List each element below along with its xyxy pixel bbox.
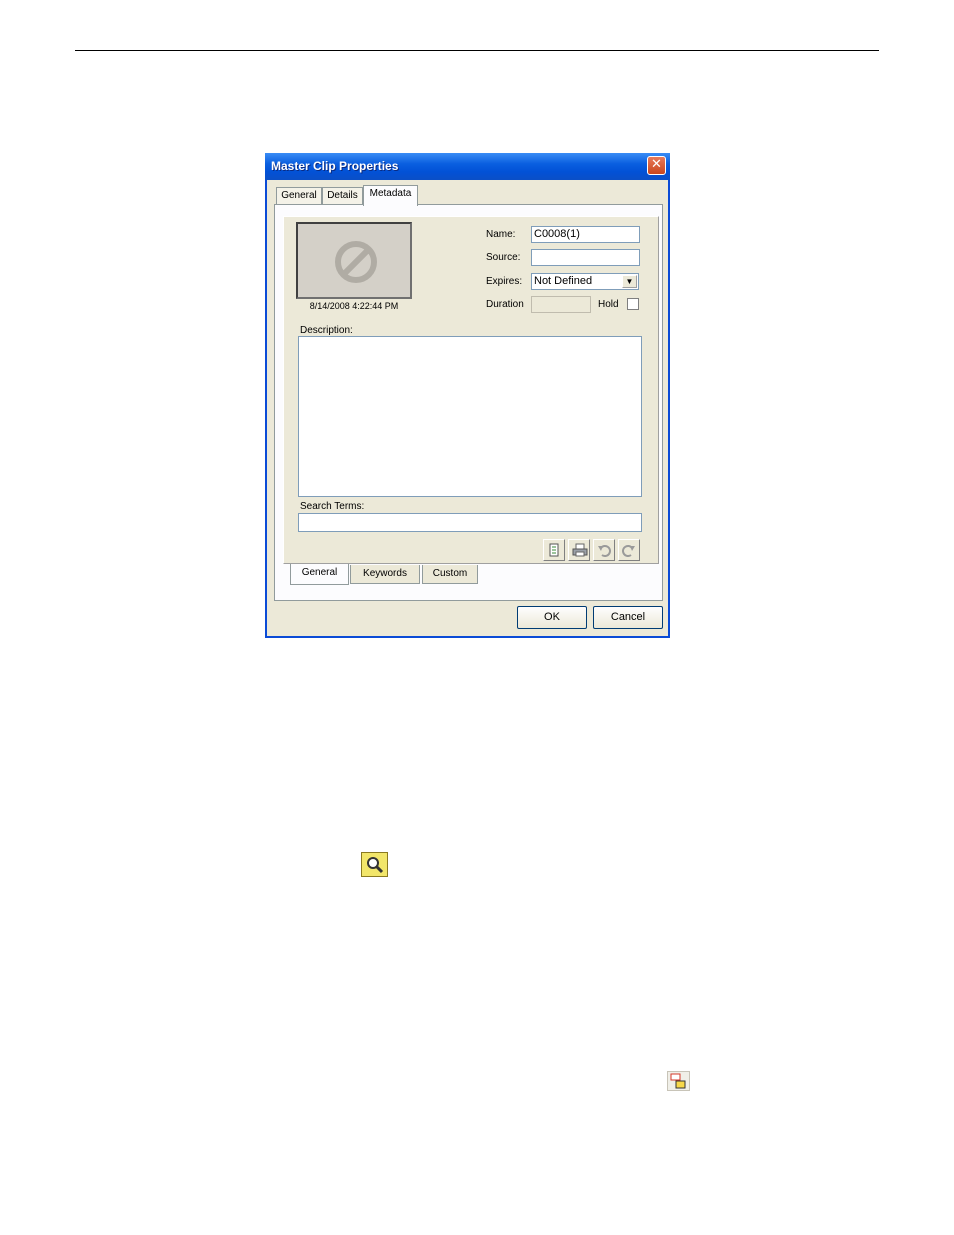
name-field[interactable]: C0008(1) — [531, 226, 640, 243]
name-label: Name: — [486, 229, 516, 240]
print-button[interactable] — [568, 539, 590, 561]
undo-icon — [598, 545, 611, 557]
dialog-title: Master Clip Properties — [271, 159, 399, 173]
thumbnail-date: 8/14/2008 4:22:44 PM — [309, 301, 399, 311]
edit-button[interactable] — [543, 539, 565, 561]
no-video-icon — [335, 241, 377, 283]
search-icon — [361, 852, 388, 882]
redo-button[interactable] — [618, 539, 640, 561]
layout-icon — [667, 1071, 690, 1096]
redo-icon — [622, 545, 635, 557]
duration-field — [531, 296, 591, 313]
tab-general[interactable]: General — [276, 187, 322, 205]
clip-thumbnail — [296, 222, 412, 299]
hold-label: Hold — [598, 299, 619, 310]
close-button[interactable]: ✕ — [647, 156, 666, 175]
cancel-button[interactable]: Cancel — [593, 606, 663, 629]
source-label: Source: — [486, 252, 521, 263]
expires-label: Expires: — [486, 276, 523, 287]
ok-button[interactable]: OK — [517, 606, 587, 629]
print-icon — [572, 543, 588, 557]
bottom-tab-keywords[interactable]: Keywords — [350, 565, 420, 584]
bottom-tab-custom[interactable]: Custom — [422, 565, 478, 584]
search-terms-field[interactable] — [298, 513, 642, 532]
expires-value: Not Defined — [534, 275, 593, 287]
description-label: Description: — [300, 325, 353, 336]
undo-button[interactable] — [593, 539, 615, 561]
title-bar[interactable]: Master Clip Properties ✕ — [265, 153, 670, 180]
tab-details[interactable]: Details — [322, 187, 363, 205]
edit-icon — [549, 543, 559, 557]
chevron-down-icon[interactable]: ▼ — [622, 275, 637, 288]
page-top-rule — [75, 50, 879, 51]
expires-select[interactable]: Not Defined ▼ — [531, 273, 639, 290]
source-field[interactable] — [531, 249, 640, 266]
tab-metadata[interactable]: Metadata — [363, 185, 418, 206]
master-clip-properties-dialog: Master Clip Properties ✕ General Details… — [265, 153, 670, 638]
duration-label: Duration — [486, 299, 524, 310]
hold-checkbox[interactable] — [627, 298, 639, 310]
search-terms-label: Search Terms: — [300, 501, 365, 512]
description-textarea[interactable] — [298, 336, 642, 497]
bottom-tab-general[interactable]: General — [290, 564, 349, 585]
